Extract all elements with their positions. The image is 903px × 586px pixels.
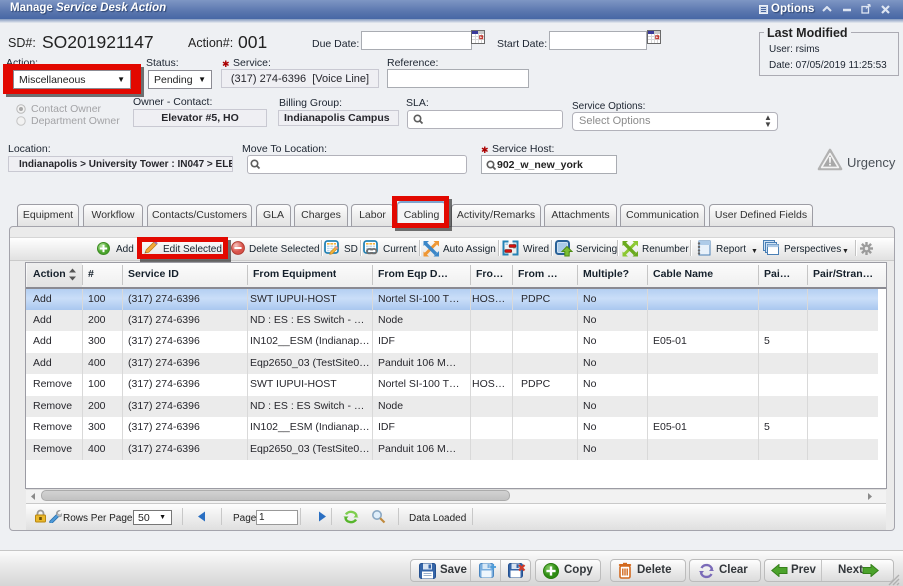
svg-text:!: ! [828,155,832,169]
